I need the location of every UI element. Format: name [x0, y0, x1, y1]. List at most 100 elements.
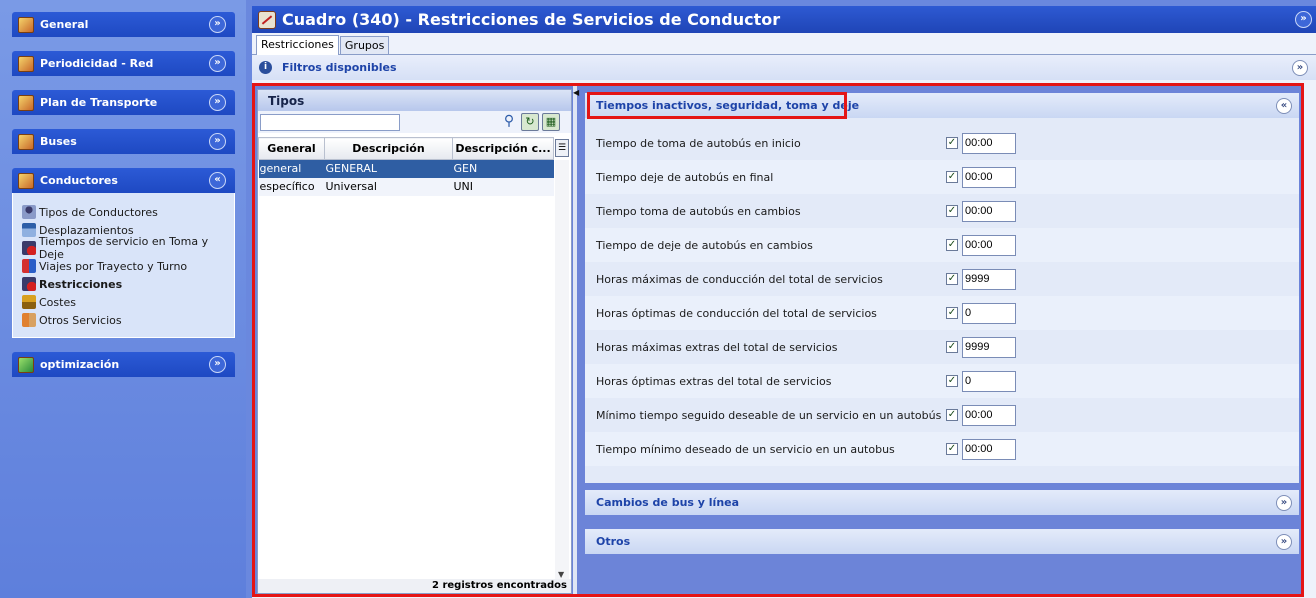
- field-checkbox[interactable]: ✓: [946, 341, 958, 353]
- field-row: Horas óptimas extras del total de servic…: [585, 364, 1299, 398]
- tipos-search-input[interactable]: [260, 113, 400, 131]
- field-checkbox[interactable]: ✓: [946, 443, 958, 455]
- field-label: Tiempo toma de autobús en cambios: [596, 204, 801, 218]
- chevron-double-down-icon[interactable]: »: [209, 94, 226, 111]
- field-input[interactable]: [962, 370, 1016, 392]
- sidebar-group-header-conductores[interactable]: Conductores «: [12, 168, 235, 193]
- field-input[interactable]: [962, 404, 1016, 426]
- sidebar-group-header-buses[interactable]: Buses »: [12, 129, 235, 154]
- chevron-double-down-icon[interactable]: »: [1276, 494, 1292, 511]
- chevron-double-down-icon[interactable]: »: [209, 55, 226, 72]
- sidebar-group-optimizacion: optimización »: [12, 352, 235, 377]
- info-icon: i: [259, 61, 272, 74]
- sidebar-group-periodicidad: Periodicidad - Red »: [12, 51, 235, 76]
- field-row: Tiempo toma de autobús en cambios ✓: [585, 194, 1299, 228]
- section-header-otros[interactable]: Otros »: [585, 529, 1299, 554]
- column-menu-icon[interactable]: ☰: [555, 139, 569, 157]
- field-row: Mínimo tiempo seguido deseable de un ser…: [585, 398, 1299, 432]
- export-excel-icon[interactable]: ▦: [542, 113, 560, 131]
- plan-transporte-icon: [18, 94, 34, 111]
- cell-general: específico: [258, 177, 325, 196]
- sidebar-group-header-periodicidad[interactable]: Periodicidad - Red »: [12, 51, 235, 76]
- field-row: Tiempo de deje de autobús en cambios ✓: [585, 228, 1299, 262]
- column-header-descripcion-corta[interactable]: Descripción c...: [452, 137, 554, 160]
- chevron-double-down-icon[interactable]: »: [1295, 11, 1312, 28]
- sidebar-item-label: Costes: [39, 295, 76, 309]
- panel-splitter[interactable]: ◀: [573, 86, 579, 594]
- chevron-double-down-icon[interactable]: »: [209, 16, 226, 33]
- section-otros: Otros »: [585, 529, 1299, 554]
- sidebar: General » Periodicidad - Red » Plan de T…: [0, 0, 246, 598]
- sidebar-item-label: Restricciones: [39, 277, 123, 291]
- field-checkbox[interactable]: ✓: [946, 409, 958, 421]
- cell-descripcion: Universal: [324, 177, 453, 196]
- sidebar-group-buses: Buses »: [12, 129, 235, 154]
- sidebar-group-header-plan-transporte[interactable]: Plan de Transporte »: [12, 90, 235, 115]
- cell-descripcion: GENERAL: [324, 159, 453, 178]
- field-input[interactable]: [962, 438, 1016, 460]
- field-checkbox[interactable]: ✓: [946, 137, 958, 149]
- section-cambios-bus: Cambios de bus y línea »: [585, 490, 1299, 515]
- bus-icon: [18, 133, 34, 150]
- field-input[interactable]: [962, 234, 1016, 256]
- search-icon[interactable]: ⚲: [500, 113, 518, 131]
- section-tiempos-inactivos: Tiempos inactivos, seguridad, toma y dej…: [585, 92, 1299, 483]
- filters-bar[interactable]: i Filtros disponibles »: [252, 55, 1316, 80]
- cell-descripcion-corta: UNI: [452, 177, 554, 196]
- table-row[interactable]: general GENERAL GEN: [258, 159, 554, 178]
- sidebar-item-otros-servicios[interactable]: Otros Servicios: [22, 311, 234, 329]
- field-input[interactable]: [962, 336, 1016, 358]
- optimizacion-icon: [18, 356, 34, 373]
- sidebar-item-tipos-conductores[interactable]: Tipos de Conductores: [22, 203, 234, 221]
- field-label: Tiempo de toma de autobús en inicio: [596, 136, 801, 150]
- field-row: Tiempo deje de autobús en final ✓: [585, 160, 1299, 194]
- field-input[interactable]: [962, 200, 1016, 222]
- collapse-left-icon[interactable]: ◀: [573, 88, 579, 97]
- field-checkbox[interactable]: ✓: [946, 273, 958, 285]
- sidebar-group-header-optimizacion[interactable]: optimización »: [12, 352, 235, 377]
- field-checkbox[interactable]: ✓: [946, 239, 958, 251]
- sidebar-item-costes[interactable]: Costes: [22, 293, 234, 311]
- conductores-icon: [18, 172, 34, 189]
- tab-grupos[interactable]: Grupos: [339, 36, 390, 54]
- chevron-double-up-icon[interactable]: «: [209, 172, 226, 189]
- scroll-down-icon[interactable]: ▼: [558, 570, 564, 579]
- field-checkbox[interactable]: ✓: [946, 171, 958, 183]
- chevron-double-down-icon[interactable]: »: [1292, 59, 1308, 76]
- section-header-cambios-bus[interactable]: Cambios de bus y línea »: [585, 490, 1299, 515]
- tab-restricciones[interactable]: Restricciones: [256, 35, 339, 55]
- sidebar-group-title: Plan de Transporte: [40, 96, 158, 109]
- field-input[interactable]: [962, 166, 1016, 188]
- main-panel: Cuadro (340) - Restricciones de Servicio…: [252, 6, 1316, 598]
- sidebar-group-plan-transporte: Plan de Transporte »: [12, 90, 235, 115]
- field-row: Tiempo de toma de autobús en inicio ✓: [585, 126, 1299, 160]
- column-header-general[interactable]: General: [258, 137, 325, 160]
- field-input[interactable]: [962, 302, 1016, 324]
- chevron-double-up-icon[interactable]: «: [1276, 97, 1292, 114]
- chevron-double-down-icon[interactable]: »: [1276, 533, 1292, 550]
- section-header-tiempos-inactivos[interactable]: Tiempos inactivos, seguridad, toma y dej…: [585, 92, 1299, 119]
- restriction-bus-icon: [258, 10, 276, 29]
- sidebar-item-tiempos-servicio[interactable]: Tiempos de servicio en Toma y Deje: [22, 235, 234, 261]
- sidebar-group-general: General »: [12, 12, 235, 37]
- table-row[interactable]: específico Universal UNI: [258, 177, 554, 196]
- sidebar-item-label: Otros Servicios: [39, 313, 122, 327]
- cell-descripcion-corta: GEN: [452, 159, 554, 178]
- chevron-double-down-icon[interactable]: »: [209, 133, 226, 150]
- column-header-descripcion[interactable]: Descripción: [324, 137, 453, 160]
- field-input[interactable]: [962, 132, 1016, 154]
- chevron-double-down-icon[interactable]: »: [209, 356, 226, 373]
- field-checkbox[interactable]: ✓: [946, 205, 958, 217]
- grid-scrollbar[interactable]: ▼: [555, 160, 569, 581]
- field-label: Mínimo tiempo seguido deseable de un ser…: [596, 408, 942, 422]
- sidebar-group-title: Periodicidad - Red: [40, 57, 154, 70]
- refresh-icon[interactable]: ↻: [521, 113, 539, 131]
- field-checkbox[interactable]: ✓: [946, 307, 958, 319]
- field-input[interactable]: [962, 268, 1016, 290]
- window-title: Cuadro (340) - Restricciones de Servicio…: [282, 10, 781, 29]
- field-checkbox[interactable]: ✓: [946, 375, 958, 387]
- field-row: Horas óptimas de conducción del total de…: [585, 296, 1299, 330]
- sidebar-group-header-general[interactable]: General »: [12, 12, 235, 37]
- coins-icon: [22, 295, 36, 309]
- sidebar-item-restricciones[interactable]: Restricciones: [22, 275, 234, 293]
